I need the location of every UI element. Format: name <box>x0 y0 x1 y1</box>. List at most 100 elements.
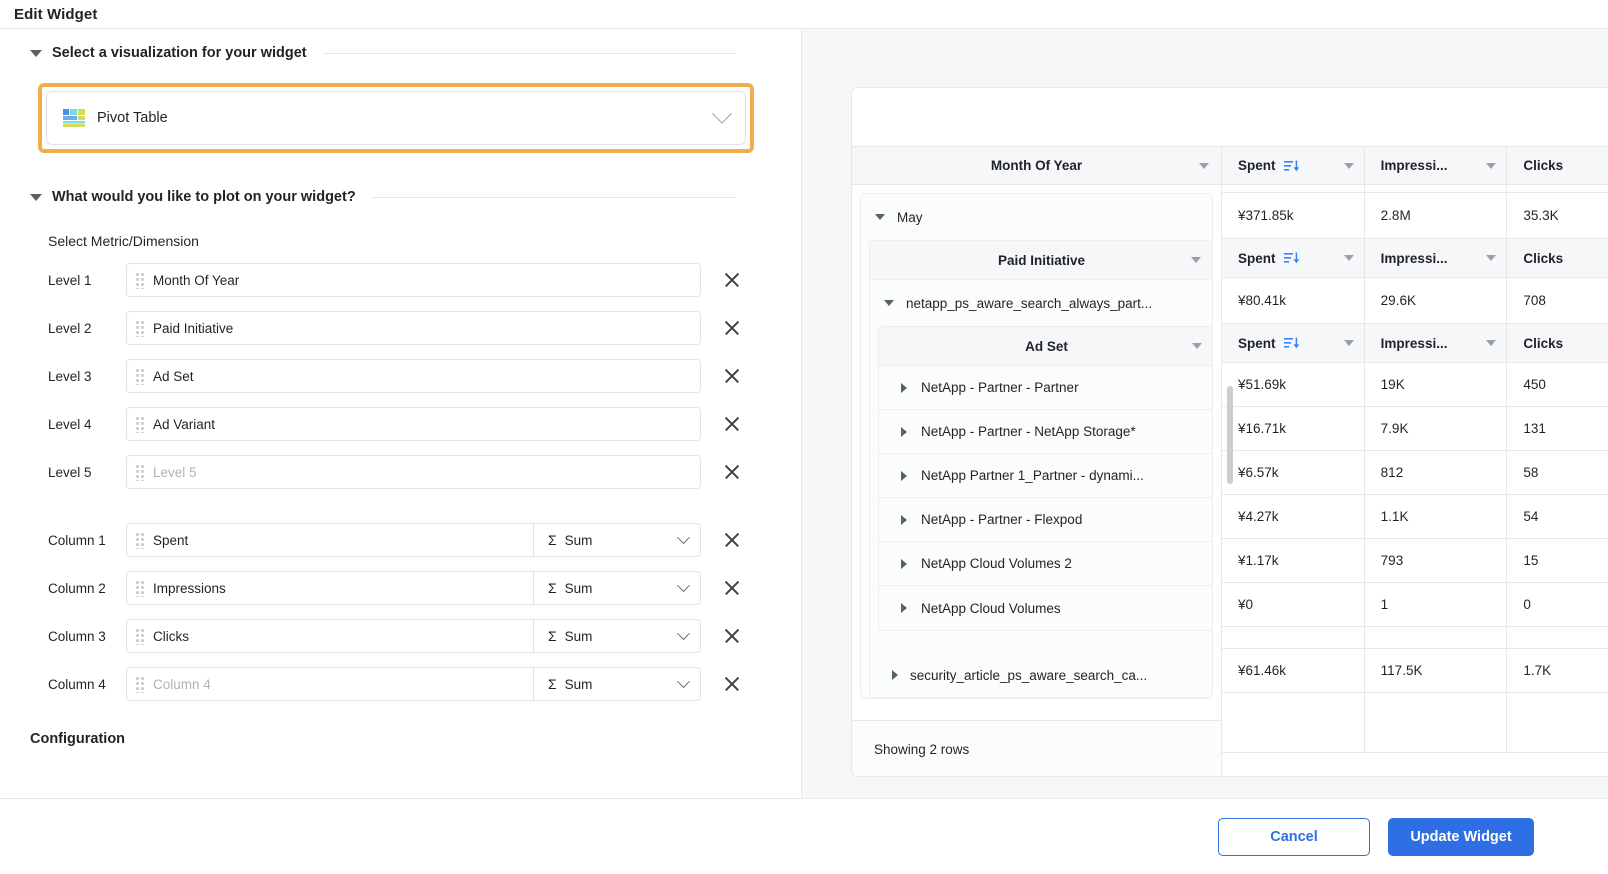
aggregation-select[interactable]: Σ Sum <box>533 619 701 653</box>
caret-down-icon[interactable] <box>1191 257 1201 263</box>
level-field[interactable]: Paid Initiative <box>126 311 701 345</box>
metric-header-spent[interactable]: Spent <box>1222 239 1365 277</box>
metric-header-spent[interactable]: Spent <box>1222 324 1365 362</box>
remove-column-button[interactable] <box>717 573 747 603</box>
metric-row-adset: ¥1.17k 793 15 <box>1222 539 1608 583</box>
caret-down-icon[interactable] <box>1343 255 1354 261</box>
remove-level-button[interactable] <box>717 313 747 343</box>
visualization-select[interactable]: Pivot Table <box>46 91 746 145</box>
drag-handle-icon[interactable] <box>135 271 145 289</box>
expand-icon[interactable] <box>901 382 907 393</box>
metric-header-clicks[interactable]: Clicks <box>1507 239 1608 277</box>
chevron-down-icon[interactable] <box>712 103 732 124</box>
remove-level-button[interactable] <box>717 265 747 295</box>
drag-handle-icon[interactable] <box>135 319 145 337</box>
caret-down-icon[interactable] <box>30 194 42 201</box>
column-row-label: Column 1 <box>48 532 106 548</box>
caret-down-icon[interactable] <box>1343 340 1354 346</box>
remove-level-button[interactable] <box>717 457 747 487</box>
adset-row[interactable]: NetApp - Partner - NetApp Storage* <box>879 410 1212 454</box>
metric-row-adset: ¥51.69k 19K 450 <box>1222 363 1608 407</box>
adset-row[interactable]: NetApp Partner 1_Partner - dynami... <box>879 454 1212 498</box>
metric-value-spent: ¥1.17k <box>1222 539 1365 583</box>
remove-level-button[interactable] <box>717 361 747 391</box>
chevron-down-icon[interactable] <box>677 530 690 544</box>
column-metric-field[interactable]: Spent <box>126 523 533 557</box>
expand-collapse-icon[interactable] <box>875 214 885 220</box>
column-metric-field[interactable]: Clicks <box>126 619 533 653</box>
drag-handle-icon[interactable] <box>135 627 145 645</box>
level-field[interactable]: Month Of Year <box>126 263 701 297</box>
level-field[interactable]: Ad Variant <box>126 407 701 441</box>
initiative-row-label: netapp_ps_aware_search_always_part... <box>906 295 1153 311</box>
drag-handle-icon[interactable] <box>135 675 145 693</box>
chevron-down-icon[interactable] <box>677 674 690 688</box>
level-field[interactable]: Level 5 <box>126 455 701 489</box>
caret-down-icon[interactable] <box>1199 162 1209 169</box>
caret-down-icon[interactable] <box>1343 162 1354 169</box>
vertical-scrollbar-thumb[interactable] <box>1227 386 1233 484</box>
metric-header-impressions[interactable]: Impressi... <box>1365 324 1508 362</box>
section-configuration-header[interactable]: Configuration <box>30 731 735 747</box>
level-row-label: Level 3 <box>48 368 92 384</box>
adset-row[interactable]: NetApp - Partner - Flexpod <box>879 498 1212 542</box>
drag-handle-icon[interactable] <box>135 367 145 385</box>
adset-row[interactable]: NetApp Cloud Volumes 2 <box>879 542 1212 586</box>
aggregation-select[interactable]: Σ Sum <box>533 667 701 701</box>
metric-header-spent[interactable]: Spent <box>1222 147 1365 184</box>
column-metric-field[interactable]: Column 4 <box>126 667 533 701</box>
pivot-dimension-column: Month Of Year May Paid Initiative netapp… <box>852 146 1221 776</box>
sort-descending-icon[interactable] <box>1283 336 1300 350</box>
metric-header-label: Clicks <box>1523 250 1564 266</box>
drag-handle-icon[interactable] <box>135 531 145 549</box>
sort-descending-icon[interactable] <box>1283 159 1300 173</box>
expand-icon[interactable] <box>901 603 907 613</box>
month-group: May Paid Initiative netapp_ps_aware_sear… <box>860 193 1213 699</box>
chevron-down-icon[interactable] <box>677 626 690 640</box>
remove-column-button[interactable] <box>717 525 747 555</box>
aggregation-select[interactable]: Σ Sum <box>533 523 701 557</box>
chevron-down-icon[interactable] <box>677 578 690 592</box>
metric-header-impressions[interactable]: Impressi... <box>1365 239 1508 277</box>
adset-row[interactable]: NetApp Cloud Volumes <box>879 586 1212 630</box>
update-widget-button[interactable]: Update Widget <box>1388 817 1534 856</box>
column-metric-value: Impressions <box>153 580 226 596</box>
caret-down-icon[interactable] <box>1486 162 1497 169</box>
metric-header-impressions[interactable]: Impressi... <box>1365 147 1508 184</box>
cancel-button[interactable]: Cancel <box>1218 817 1370 856</box>
level-field-value: Ad Variant <box>153 416 216 432</box>
initiative-row[interactable]: netapp_ps_aware_search_always_part... <box>870 280 1212 326</box>
initiative-row[interactable]: security_article_ps_aware_search_ca... <box>870 653 1212 697</box>
level-field[interactable]: Ad Set <box>126 359 701 393</box>
aggregation-select[interactable]: Σ Sum <box>533 571 701 605</box>
metric-value-spent: ¥51.69k <box>1222 363 1365 407</box>
caret-down-icon[interactable] <box>1486 255 1497 261</box>
remove-level-button[interactable] <box>717 409 747 439</box>
drag-handle-icon[interactable] <box>135 415 145 433</box>
expand-icon[interactable] <box>901 558 907 569</box>
caret-down-icon[interactable] <box>1486 340 1497 346</box>
expand-icon[interactable] <box>901 470 907 481</box>
expand-icon[interactable] <box>901 514 907 525</box>
remove-column-button[interactable] <box>717 669 747 699</box>
caret-down-icon[interactable] <box>1192 343 1202 349</box>
level1-header[interactable]: Month Of Year <box>852 146 1221 185</box>
adset-row[interactable]: NetApp - Partner - Partner <box>879 366 1212 410</box>
section-visualization-header[interactable]: Select a visualization for your widget <box>30 45 735 61</box>
section-plot-header[interactable]: What would you like to plot on your widg… <box>30 189 735 205</box>
expand-icon[interactable] <box>901 426 907 437</box>
expand-icon[interactable] <box>892 670 898 680</box>
caret-down-icon[interactable] <box>30 50 42 57</box>
metric-header-clicks[interactable]: Clicks <box>1507 324 1608 362</box>
drag-handle-icon[interactable] <box>135 579 145 597</box>
metric-header-clicks[interactable]: Clicks <box>1507 147 1608 184</box>
drag-handle-icon[interactable] <box>135 463 145 481</box>
expand-collapse-icon[interactable] <box>884 300 894 306</box>
month-row[interactable]: May <box>861 194 1212 240</box>
level3-header[interactable]: Ad Set <box>879 327 1212 366</box>
level2-header[interactable]: Paid Initiative <box>870 241 1212 280</box>
metric-value-spent: ¥371.85k <box>1222 193 1365 239</box>
sort-descending-icon[interactable] <box>1283 251 1300 265</box>
column-metric-field[interactable]: Impressions <box>126 571 533 605</box>
remove-column-button[interactable] <box>717 621 747 651</box>
